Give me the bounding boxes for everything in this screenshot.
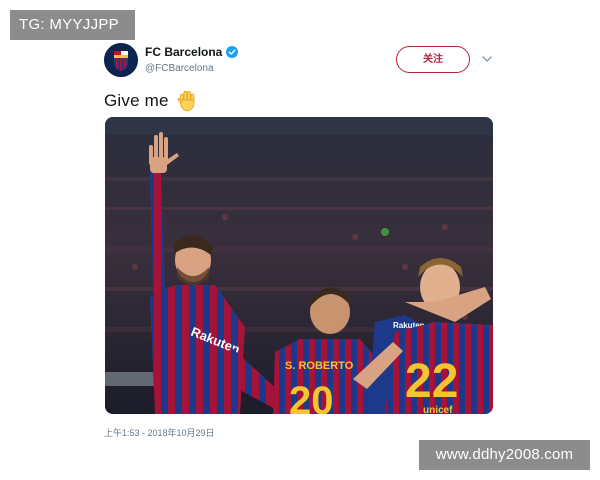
tweet-timestamp[interactable]: 上午1:53 - 2018年10月29日 bbox=[104, 426, 215, 439]
watermark-bottom-right: www.ddhy2008.com bbox=[419, 440, 590, 470]
tweet-text-content: Give me bbox=[104, 91, 169, 110]
follow-button[interactable]: 关注 bbox=[396, 46, 470, 73]
fc-barcelona-crest-icon bbox=[104, 43, 138, 77]
chevron-down-icon[interactable] bbox=[481, 54, 493, 64]
raised-hand-emoji-icon bbox=[177, 90, 195, 112]
tweet-text: Give me bbox=[104, 89, 198, 113]
svg-text:unicef: unicef bbox=[423, 405, 453, 414]
jersey-number-22: 22 bbox=[405, 355, 458, 408]
account-handle[interactable]: @FCBarcelona bbox=[145, 63, 214, 74]
jersey-name: S. ROBERTO bbox=[285, 360, 354, 372]
jersey-number-20: 20 bbox=[289, 379, 334, 414]
avatar[interactable] bbox=[104, 43, 138, 77]
players-celebration-image: Rakuten S. ROBERTO 20 Rakuten 22 unicef bbox=[105, 117, 493, 414]
account-name-row: FC Barcelona bbox=[145, 45, 239, 59]
watermark-top-left: TG: MYYJJPP bbox=[10, 10, 135, 40]
tweet-photo[interactable]: Rakuten S. ROBERTO 20 Rakuten 22 unicef bbox=[105, 117, 493, 414]
verified-badge-icon bbox=[226, 46, 239, 58]
account-display-name[interactable]: FC Barcelona bbox=[145, 45, 222, 59]
